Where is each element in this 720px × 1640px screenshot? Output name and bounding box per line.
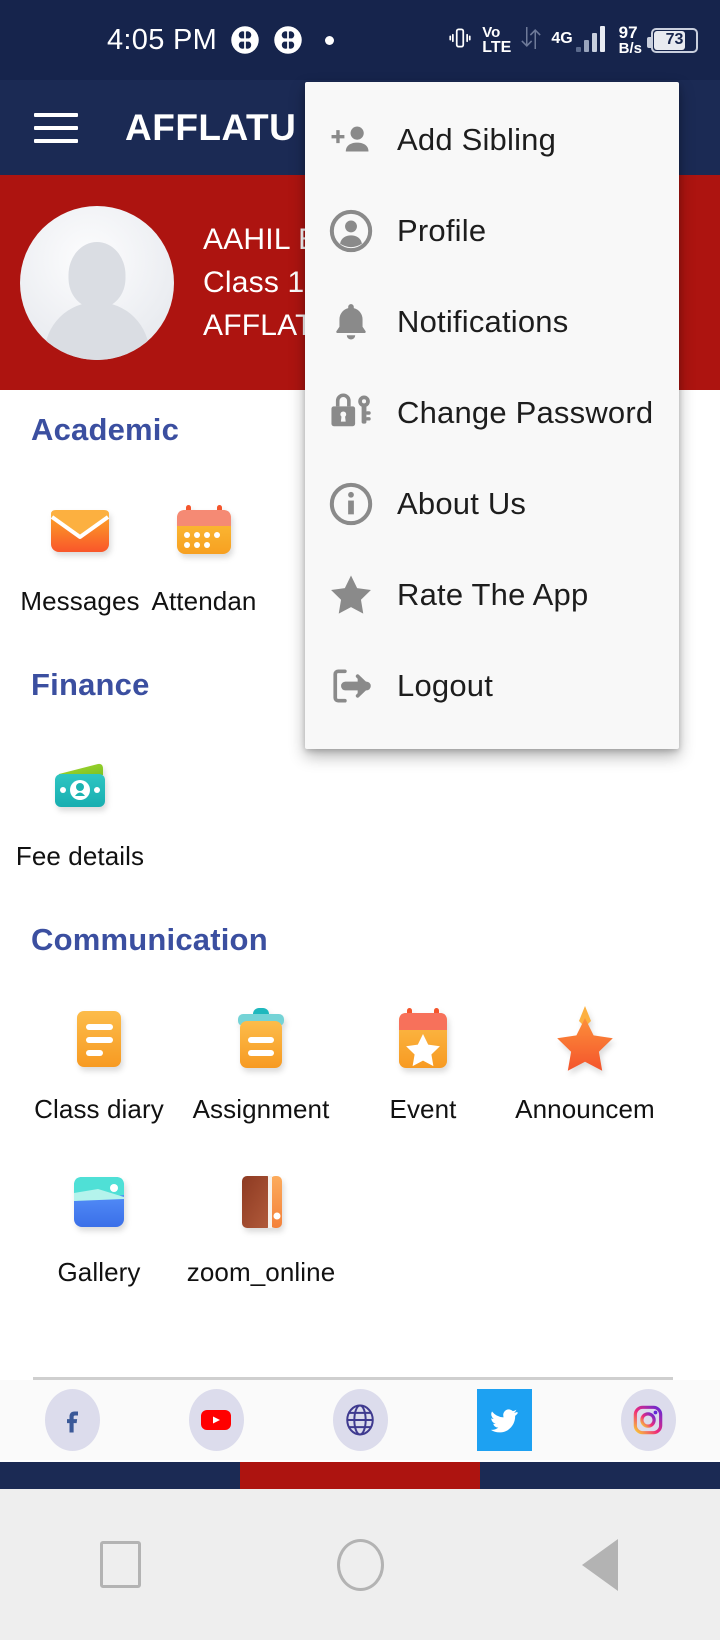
tile-label: Fee details: [15, 841, 145, 871]
menu-item-label: Change Password: [397, 394, 654, 430]
bottom-stripe: [0, 1462, 720, 1489]
data-rate-indicator: 97 B/s: [618, 22, 642, 58]
menu-item-label: Notifications: [397, 303, 569, 339]
tile-label: Announcem: [515, 1094, 655, 1124]
page-title: AFFLATU: [125, 106, 297, 148]
signal-bars-icon: [575, 23, 610, 58]
hamburger-menu-icon[interactable]: [34, 112, 78, 143]
menu-item-label: Rate The App: [397, 576, 589, 612]
menu-item-rate-the-app[interactable]: Rate The App: [305, 549, 679, 640]
menu-item-label: Logout: [397, 667, 494, 703]
square-recents-icon[interactable]: [60, 1525, 180, 1605]
tile-gallery[interactable]: Gallery: [18, 1167, 180, 1288]
calendar-star-icon: [388, 1004, 458, 1074]
tile-assignment[interactable]: Assignment: [180, 1004, 342, 1125]
section-grid-communication-row1: Class diary Assignment Event Announcem: [0, 1004, 720, 1125]
vibrate-icon: [447, 25, 473, 56]
menu-item-label: Add Sibling: [397, 121, 557, 157]
dot-icon: [325, 35, 335, 45]
add-person-icon: [327, 116, 375, 164]
stripe-segment-navy-right: [480, 1462, 720, 1489]
instagram-icon: [620, 1389, 676, 1451]
menu-item-profile[interactable]: Profile: [305, 185, 679, 276]
circle-home-icon[interactable]: [300, 1525, 420, 1605]
clover-app-icon: [230, 25, 260, 55]
status-bar-right: Vo LTE 4G 97 B/s 73: [447, 23, 698, 58]
globe-icon: [332, 1389, 388, 1451]
tile-label: Assignment: [192, 1094, 330, 1124]
profile-details: AAHIL B Class 10 AFFLAT: [203, 223, 321, 343]
social-link-facebook[interactable]: [0, 1389, 144, 1451]
lock-key-icon: [327, 389, 375, 437]
status-bar: 4:05 PM Vo LTE 4G 97 B/s 73: [0, 0, 720, 80]
social-link-youtube[interactable]: [144, 1389, 288, 1451]
menu-item-logout[interactable]: Logout: [305, 640, 679, 731]
logout-arrow-icon: [327, 662, 375, 710]
tile-fee-details[interactable]: Fee details: [15, 751, 145, 872]
tile-messages[interactable]: Messages: [18, 496, 142, 617]
envelope-icon: [45, 496, 115, 566]
star-ribbon-icon: [550, 1004, 620, 1074]
bell-icon: [327, 298, 375, 346]
tile-label: Attendan: [151, 586, 257, 616]
tile-label: Messages: [20, 586, 140, 616]
profile-school: AFFLAT: [203, 308, 314, 342]
network-type-label: 4G: [551, 29, 573, 47]
tile-zoom-online[interactable]: zoom_online: [180, 1167, 342, 1288]
book-icon: [226, 1167, 296, 1237]
section-grid-communication-row2: Gallery zoom_online: [0, 1167, 720, 1288]
social-link-twitter[interactable]: [432, 1389, 576, 1451]
stripe-segment-red: [240, 1462, 480, 1489]
social-bar: [0, 1380, 720, 1460]
stripe-segment-navy-left: [0, 1462, 240, 1489]
status-bar-clock: 4:05 PM: [107, 23, 218, 56]
profile-class: Class 10: [203, 265, 322, 299]
tile-announcement[interactable]: Announcem: [504, 1004, 666, 1125]
menu-item-label: Profile: [397, 212, 487, 248]
twitter-icon: [476, 1389, 532, 1451]
gallery-image-icon: [64, 1167, 134, 1237]
tile-class-diary[interactable]: Class diary: [18, 1004, 180, 1125]
section-grid-finance: Fee details: [0, 751, 720, 872]
document-lines-icon: [64, 1004, 134, 1074]
menu-item-about-us[interactable]: About Us: [305, 458, 679, 549]
status-bar-left: 4:05 PM: [107, 23, 335, 57]
volte-indicator: Vo LTE: [482, 23, 512, 56]
tile-label: zoom_online: [186, 1257, 336, 1287]
menu-item-notifications[interactable]: Notifications: [305, 276, 679, 367]
menu-item-label: About Us: [397, 485, 527, 521]
section-title-communication: Communication: [31, 922, 268, 957]
app-screen: 4:05 PM Vo LTE 4G 97 B/s 73 AFFLATU AAHI…: [0, 0, 720, 1640]
menu-item-change-password[interactable]: Change Password: [305, 367, 679, 458]
wallet-money-icon: [45, 751, 115, 821]
tile-label: Class diary: [34, 1094, 164, 1124]
profile-circle-icon: [327, 207, 375, 255]
social-link-website[interactable]: [288, 1389, 432, 1451]
facebook-icon: [44, 1389, 100, 1451]
data-transfer-arrows-icon: [520, 24, 542, 57]
clipboard-icon: [226, 1004, 296, 1074]
system-nav-bar: [0, 1489, 720, 1640]
triangle-back-icon[interactable]: [540, 1525, 660, 1605]
social-link-instagram[interactable]: [576, 1389, 720, 1451]
battery-indicator: 73: [647, 27, 698, 53]
clover-app-icon: [273, 25, 303, 55]
tile-label: Event: [389, 1094, 457, 1124]
youtube-icon: [188, 1389, 244, 1451]
overflow-menu: Add Sibling Profile Notifications Change…: [305, 82, 679, 749]
avatar: [20, 205, 174, 360]
info-circle-icon: [327, 480, 375, 528]
menu-item-add-sibling[interactable]: Add Sibling: [305, 94, 679, 185]
tile-event[interactable]: Event: [342, 1004, 504, 1125]
star-icon: [327, 571, 375, 619]
calendar-icon: [169, 496, 239, 566]
tile-attendance[interactable]: Attendan: [142, 496, 266, 617]
profile-name: AAHIL B: [203, 222, 319, 256]
tile-label: Gallery: [57, 1257, 141, 1287]
